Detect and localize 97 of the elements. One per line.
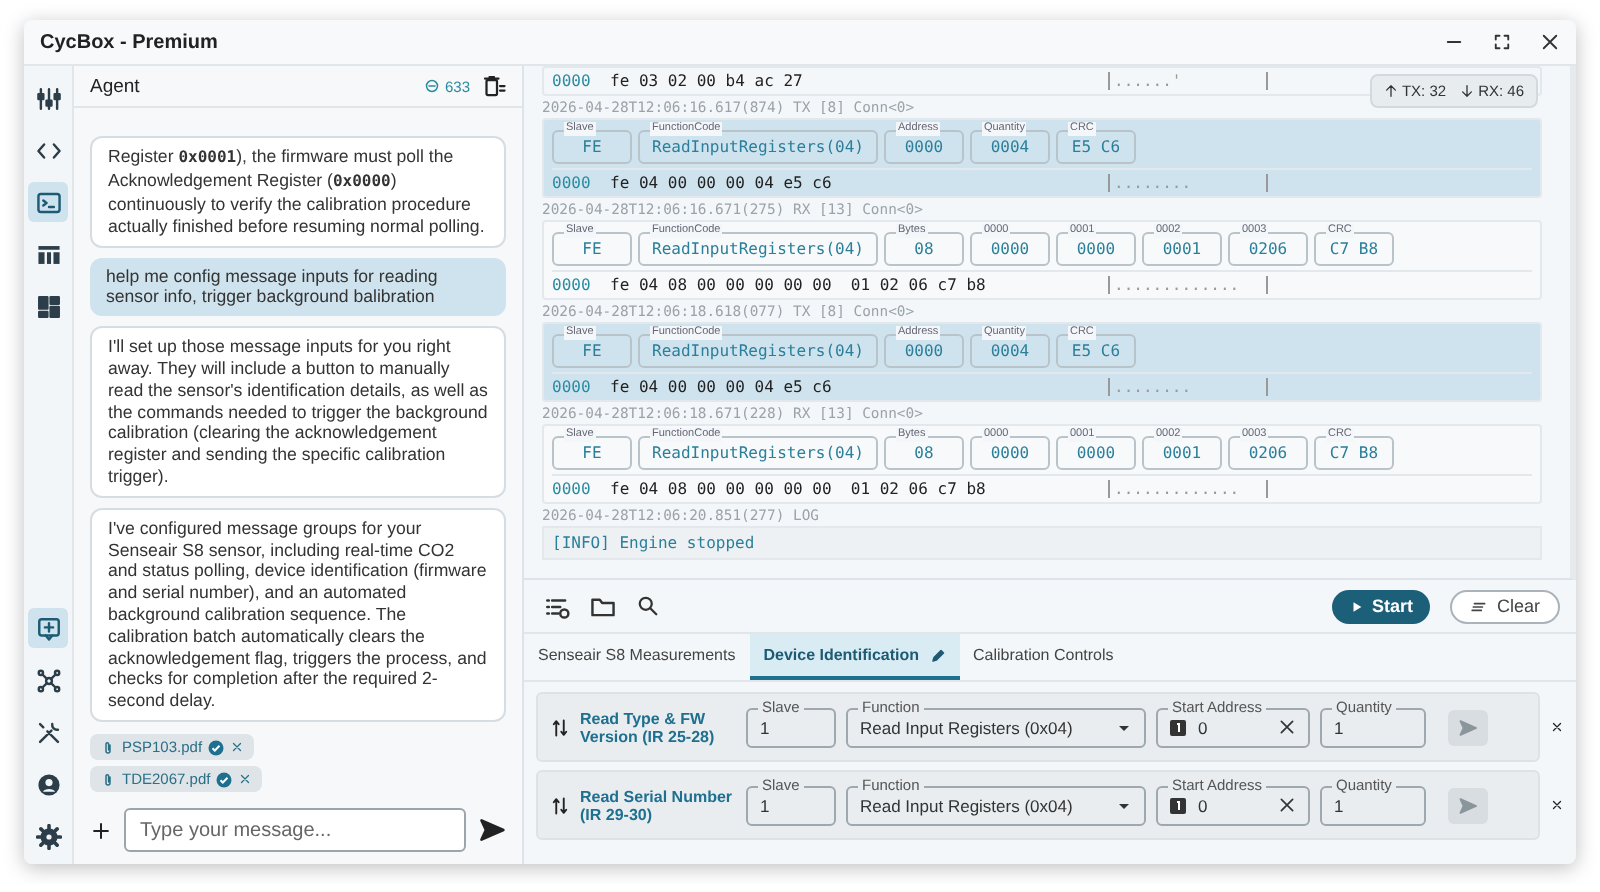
tab-label: Device Identification [763, 646, 920, 664]
field-value: 0000 [1076, 241, 1116, 257]
field-value: ReadInputRegisters(04) [652, 445, 864, 461]
send-button[interactable] [1448, 709, 1488, 745]
pencil-icon[interactable] [929, 647, 946, 663]
tab[interactable]: Senseair S8 Measurements [524, 634, 750, 680]
add-icon[interactable] [90, 819, 112, 841]
field-value: ReadInputRegisters(04) [652, 139, 864, 155]
hex-offset: 0000 [552, 72, 593, 90]
nav-item[interactable] [28, 608, 68, 648]
clear-icon[interactable] [1278, 796, 1296, 814]
field-value: E5 C6 [1071, 139, 1121, 155]
message-name[interactable]: Read Type & FW Version (IR 25-28) [580, 709, 736, 745]
maximize-icon[interactable] [1492, 32, 1512, 52]
field-value: 0000 [990, 241, 1030, 257]
send-icon [1458, 717, 1478, 737]
chat-add-icon [35, 615, 61, 641]
send-button[interactable] [1448, 787, 1488, 823]
terminal-icon [35, 189, 61, 215]
field-value: 0000 [1076, 445, 1116, 461]
search-icon[interactable] [636, 594, 660, 618]
folder-icon[interactable] [590, 593, 616, 619]
clear-chat-icon[interactable] [482, 74, 506, 98]
hex-offset: 0000 [552, 480, 593, 498]
tab[interactable]: Calibration Controls [959, 634, 1128, 680]
field-value: 0000 [904, 139, 944, 155]
token-icon [424, 78, 441, 94]
message-input[interactable]: Type your message... [124, 808, 466, 852]
field-value: C7 B8 [1329, 241, 1379, 257]
field-value: 08 [914, 445, 934, 461]
hex-bytes: fe 03 02 00 b4 ac 27 [610, 72, 805, 90]
play-icon [1349, 599, 1364, 613]
close-icon[interactable] [1540, 32, 1560, 52]
hex-offset: 0000 [552, 276, 593, 294]
hex-offset: 0000 [552, 378, 593, 396]
chat-message: I've configured message groups for your Senseair S8 sensor, including real-time CO2 and status polling, device identification (firmware and serial number), and an automated background calibration sequence. The calibration batch automatically clears the acknowledgement flag, triggers the process, and checks for completion after the required 2-second delay. [90, 507, 506, 722]
send-icon[interactable] [478, 816, 506, 844]
field-value: 0004 [990, 343, 1030, 359]
register-icon [1170, 719, 1186, 735]
hex-ascii: ........ [1108, 378, 1268, 396]
down-arrow-icon [1460, 84, 1475, 98]
remove-icon[interactable] [1550, 798, 1564, 812]
field-value: ReadInputRegisters(04) [652, 343, 864, 359]
hex-ascii: ........ [1108, 174, 1268, 192]
up-arrow-icon [1383, 84, 1398, 98]
field-value: 0206 [1248, 241, 1288, 257]
tab[interactable]: Device Identification [749, 634, 960, 680]
tab-label: Calibration Controls [973, 646, 1114, 664]
dashboard-icon [35, 293, 61, 319]
field-value: C7 B8 [1329, 445, 1379, 461]
chat-message: I'll set up those message inputs for you right away. They will include a button to manually read the sensor's identification details, as well as the commands needed to trigger the background calibration (clearing the acknowledgement register and sending the specific calibration trigger). [90, 326, 506, 498]
field-value: 0004 [990, 139, 1030, 155]
chat-message: help me config message inputs for reading sensor info, trigger background balibration [90, 257, 506, 317]
hex-ascii: ............. [1108, 480, 1268, 498]
start-button[interactable]: Start [1331, 589, 1431, 623]
field-value: 0001 [1162, 241, 1202, 257]
field-value: FE [582, 241, 602, 257]
message-name[interactable]: Read Serial Number (IR 29-30) [580, 787, 736, 823]
field-value: FE [582, 445, 602, 461]
field-value: E5 C6 [1071, 343, 1121, 359]
network-icon [35, 667, 61, 693]
hex-bytes: fe 04 00 00 00 04 e5 c6 [610, 378, 834, 396]
field-value: 0000 [990, 445, 1030, 461]
chat-message: Register 0x0001), the firmware must poll the Acknowledgement Register (0x0000) continuously to verify the calibration procedure actually finished before resuming normal polling. [90, 136, 506, 248]
clear-lines-icon [1470, 597, 1489, 615]
hex-bytes: fe 04 08 00 00 00 00 00 01 02 06 c7 b8 [610, 480, 988, 498]
hex-bytes: fe 04 00 00 00 04 e5 c6 [610, 174, 834, 192]
field-value: 0001 [1162, 445, 1202, 461]
send-icon [1458, 795, 1478, 815]
list-add-icon[interactable] [544, 593, 570, 619]
code-icon [35, 137, 61, 163]
settings-icon [35, 823, 61, 849]
clear-icon[interactable] [1278, 718, 1296, 736]
field-value: 0000 [904, 343, 944, 359]
register-icon [1170, 797, 1186, 813]
tools-icon [35, 719, 61, 745]
sliders-icon [35, 85, 61, 111]
nav-item[interactable] [28, 182, 68, 222]
log-message: [INFO] Engine stopped [542, 526, 1542, 560]
field-value: FE [582, 343, 602, 359]
hex-ascii: ............. [1108, 276, 1268, 294]
field-value: ReadInputRegisters(04) [652, 241, 864, 257]
field-value: FE [582, 139, 602, 155]
panel-title: Agent [90, 75, 142, 97]
field-value: 08 [914, 241, 934, 257]
hex-ascii: ......' [1108, 72, 1268, 90]
remove-icon[interactable] [1550, 720, 1564, 734]
swap-icon [550, 795, 570, 815]
field-value: 0206 [1248, 445, 1288, 461]
window-title: CycBox - Premium [40, 31, 220, 53]
tab-label: Senseair S8 Measurements [538, 646, 736, 664]
account-icon [35, 771, 61, 797]
swap-icon [550, 717, 570, 737]
table-icon [35, 241, 61, 267]
clear-button[interactable]: Clear [1450, 589, 1560, 623]
hex-bytes: fe 04 08 00 00 00 00 00 01 02 06 c7 b8 [610, 276, 988, 294]
hex-offset: 0000 [552, 174, 593, 192]
